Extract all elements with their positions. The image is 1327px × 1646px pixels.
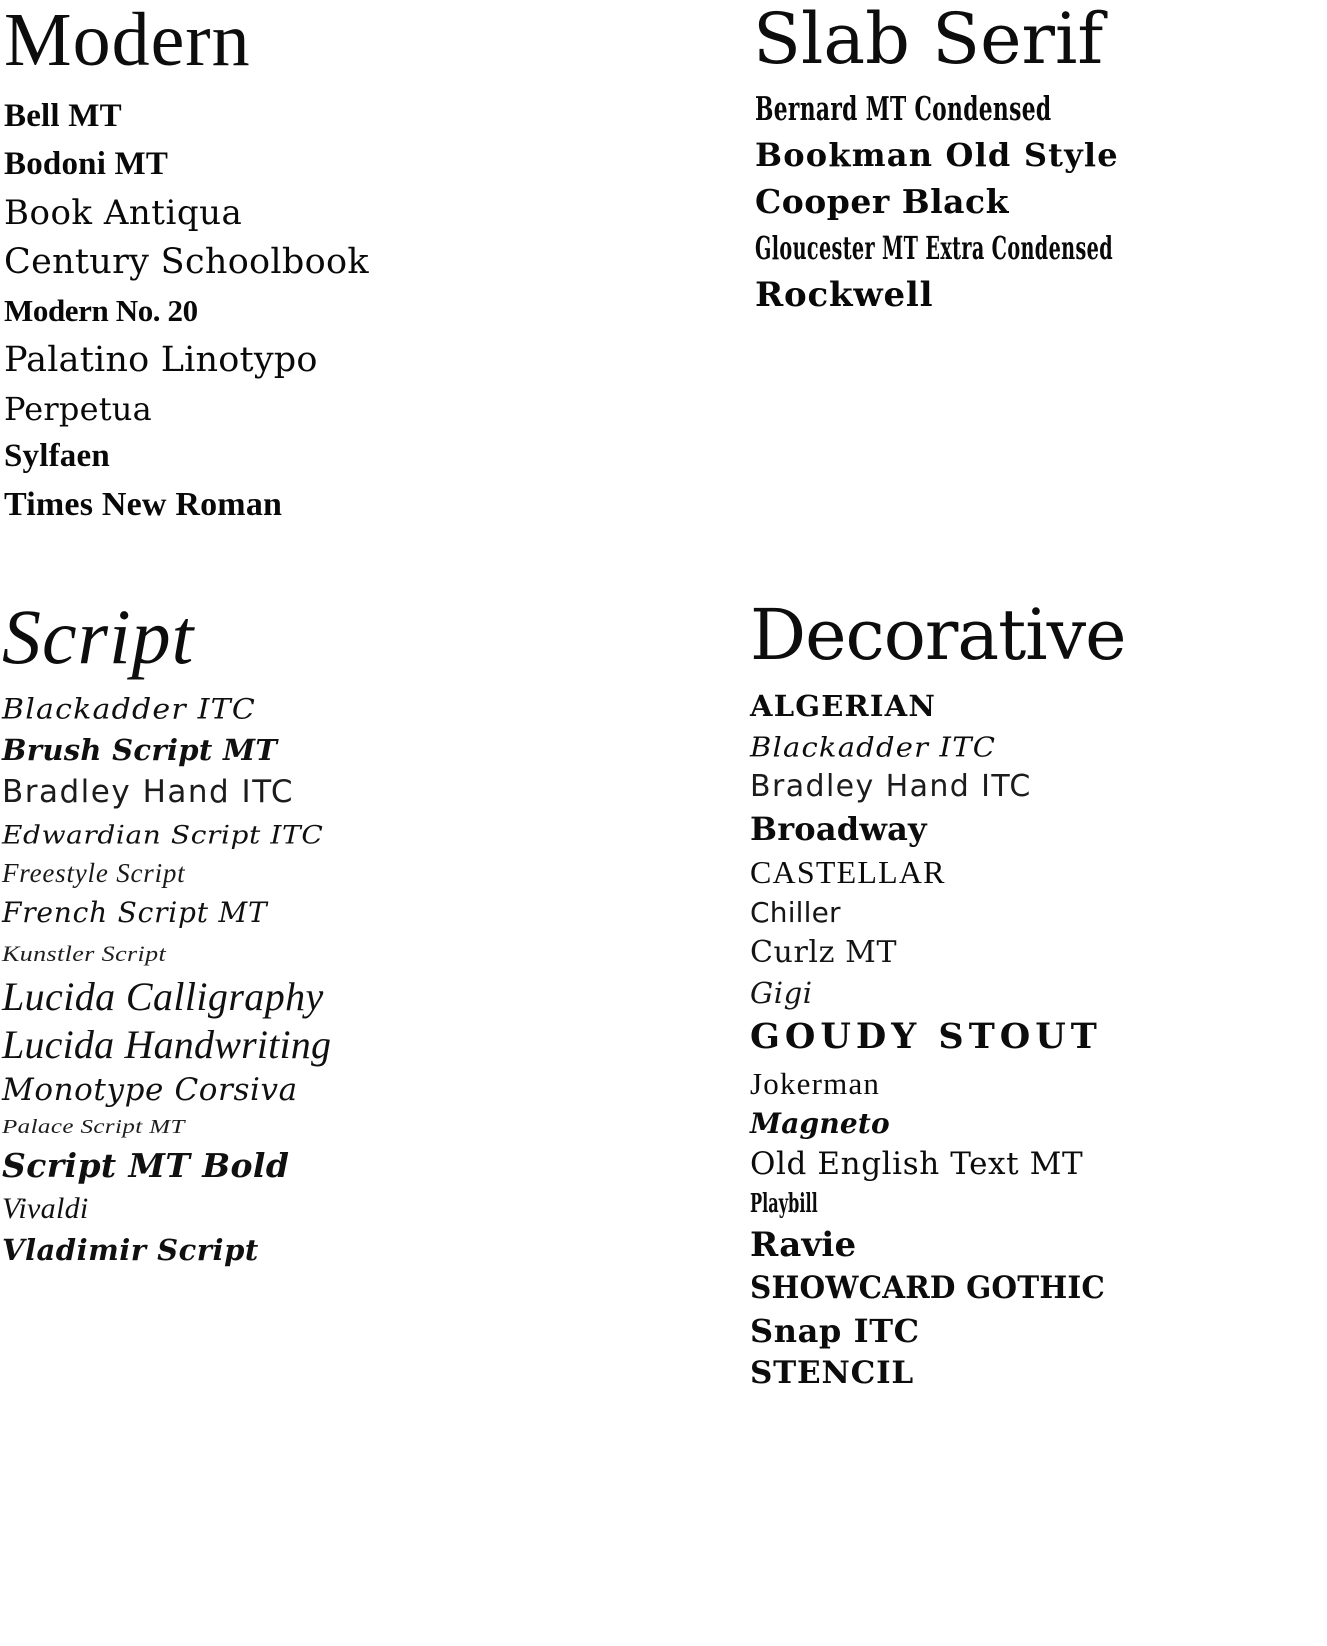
font-name-item: Chiller [750, 896, 841, 929]
font-name-item: Lucida Handwriting [2, 1022, 332, 1067]
font-name-item: Bodoni MT [4, 146, 169, 182]
font-name-item: Bernard MT Condensed [755, 89, 1052, 128]
category-panel-decorative: Decorative ALGERIAN Blackadder ITC Bradl… [740, 590, 1327, 1400]
font-name-item: Script MT Bold [2, 1146, 290, 1185]
font-name-item: Broadway [750, 810, 927, 848]
font-specimen-sheet: Modern Bell MT Bodoni MT Book Antiqua Ce… [0, 0, 1327, 1646]
font-name-item: Palatino Linotypo [4, 340, 318, 380]
font-name-item: Perpetua [4, 390, 152, 428]
font-name-item: GOUDY STOUT [750, 1016, 1102, 1057]
category-panel-modern: Modern Bell MT Bodoni MT Book Antiqua Ce… [0, 0, 700, 537]
font-name-item: Ravie [750, 1225, 857, 1265]
font-name-item: Gloucester MT Extra Condensed [755, 229, 1114, 267]
font-name-item: Vivaldi [2, 1192, 89, 1225]
category-panel-script: Script Blackadder ITC Brush Script MT Br… [0, 590, 700, 1277]
font-name-item: French Script MT [2, 896, 268, 929]
font-list-slab-serif: Bernard MT Condensed Bookman Old Style C… [745, 92, 1327, 312]
font-name-item: Brush Script MT [2, 733, 278, 767]
font-name-item: Magneto [750, 1107, 890, 1140]
font-name-item: Monotype Corsiva [2, 1072, 298, 1108]
category-panel-slab-serif: Slab Serif Bernard MT Condensed Bookman … [745, 0, 1327, 326]
font-name-item: Kunstler Script [2, 941, 167, 966]
font-name-item: Gigi [750, 976, 813, 1010]
font-name-item: Old English Text MT [750, 1146, 1084, 1182]
font-name-item: Bell MT [4, 98, 122, 134]
font-name-item: ALGERIAN [750, 689, 937, 723]
font-name-item: Modern No. 20 [4, 293, 198, 328]
font-list-script: Blackadder ITC Brush Script MT Bradley H… [0, 694, 700, 1265]
font-name-item: Edwardian Script ITC [2, 820, 324, 850]
category-heading-decorative: Decorative [750, 594, 1127, 676]
font-name-item: Bradley Hand ITC [2, 774, 294, 810]
font-name-item: Vladimir Script [2, 1233, 259, 1267]
font-name-item: Cooper Black [755, 182, 1009, 221]
font-name-item: Bookman Old Style [755, 136, 1119, 174]
font-name-item: Curlz MT [750, 935, 898, 970]
font-list-modern: Bell MT Bodoni MT Book Antiqua Century S… [0, 100, 700, 522]
font-name-item: Snap ITC [750, 1312, 920, 1350]
font-name-item: Freestyle Script [2, 858, 186, 888]
category-heading-slab-serif: Slab Serif [753, 0, 1104, 80]
font-name-item: CASTELLAR [750, 854, 946, 890]
font-name-item: Blackadder ITC [2, 693, 257, 726]
font-list-decorative: ALGERIAN Blackadder ITC Bradley Hand ITC… [740, 692, 1327, 1389]
font-name-item: Book Antiqua [4, 193, 243, 233]
font-name-item: Rockwell [755, 275, 934, 315]
font-name-item: Playbill [750, 1189, 818, 1219]
font-name-item: SHOWCARD GOTHIC [750, 1270, 1105, 1306]
font-name-item: Jokerman [750, 1066, 881, 1101]
category-heading-script: Script [2, 593, 195, 680]
font-name-item: STENCIL [750, 1355, 914, 1391]
font-name-item: Times New Roman [4, 486, 283, 523]
category-heading-modern: Modern [4, 0, 251, 82]
font-name-item: Palace Script MT [2, 1115, 185, 1138]
font-name-item: Bradley Hand ITC [750, 769, 1032, 804]
font-name-item: Sylfaen [4, 438, 110, 474]
font-name-item: Blackadder ITC [750, 731, 997, 763]
font-name-item: Lucida Calligraphy [2, 974, 324, 1019]
font-name-item: Century Schoolbook [4, 242, 369, 282]
